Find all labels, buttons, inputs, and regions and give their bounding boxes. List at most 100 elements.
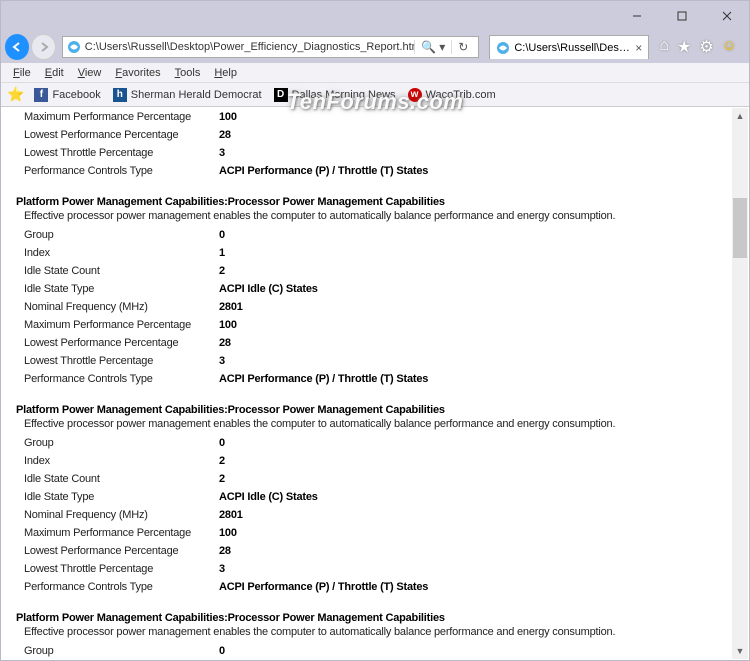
menu-edit[interactable]: Edit bbox=[39, 66, 70, 80]
row-value: ACPI Performance (P) / Throttle (T) Stat… bbox=[219, 581, 428, 593]
scroll-thumb[interactable] bbox=[733, 198, 747, 258]
close-button[interactable] bbox=[704, 1, 749, 31]
favorite-link[interactable]: fFacebook bbox=[34, 88, 100, 102]
menu-view[interactable]: View bbox=[72, 66, 108, 80]
data-row: Maximum Performance Percentage100 bbox=[2, 108, 732, 126]
home-icon[interactable]: ⌂ bbox=[659, 37, 669, 57]
data-row: Group0 bbox=[2, 642, 732, 659]
data-row: Lowest Throttle Percentage3 bbox=[2, 144, 732, 162]
row-label: Performance Controls Type bbox=[24, 165, 219, 177]
data-row: Idle State TypeACPI Idle (C) States bbox=[2, 488, 732, 506]
row-label: Maximum Performance Percentage bbox=[24, 111, 219, 123]
favorite-label: Facebook bbox=[52, 89, 100, 101]
back-button[interactable] bbox=[5, 34, 29, 60]
menu-tools[interactable]: Tools bbox=[169, 66, 207, 80]
favorite-link[interactable]: hSherman Herald Democrat bbox=[113, 88, 262, 102]
row-label: Nominal Frequency (MHz) bbox=[24, 509, 219, 521]
row-value: 0 bbox=[219, 645, 225, 657]
data-row: Nominal Frequency (MHz)2801 bbox=[2, 298, 732, 316]
row-label: Lowest Throttle Percentage bbox=[24, 355, 219, 367]
tab-label: C:\Users\Russell\Desktop\P... bbox=[514, 42, 631, 54]
row-value: 2801 bbox=[219, 301, 243, 313]
report-section: Platform Power Management Capabilities:P… bbox=[2, 194, 732, 388]
menu-file[interactable]: File bbox=[7, 66, 37, 80]
row-label: Group bbox=[24, 645, 219, 657]
row-value: 28 bbox=[219, 129, 231, 141]
favorites-bar: ⭐ fFacebook hSherman Herald Democrat DDall… bbox=[1, 83, 749, 107]
data-row: Maximum Performance Percentage100 bbox=[2, 316, 732, 334]
section-description: Effective processor power management ena… bbox=[2, 418, 732, 434]
row-label: Index bbox=[24, 247, 219, 259]
refresh-icon[interactable]: ↻ bbox=[451, 40, 474, 54]
data-row: Lowest Performance Percentage28 bbox=[2, 334, 732, 352]
row-label: Group bbox=[24, 437, 219, 449]
data-row: Lowest Performance Percentage28 bbox=[2, 126, 732, 144]
row-value: 2 bbox=[219, 265, 225, 277]
tab-close-icon[interactable]: × bbox=[635, 41, 642, 55]
forward-button[interactable] bbox=[31, 34, 55, 60]
active-tab[interactable]: C:\Users\Russell\Desktop\P... × bbox=[489, 35, 649, 59]
row-value: 100 bbox=[219, 111, 237, 123]
row-label: Lowest Throttle Percentage bbox=[24, 563, 219, 575]
report-section: Platform Power Management Capabilities:P… bbox=[2, 610, 732, 659]
report-section: Maximum Performance Percentage100Lowest … bbox=[2, 108, 732, 180]
row-value: 3 bbox=[219, 563, 225, 575]
row-label: Lowest Throttle Percentage bbox=[24, 147, 219, 159]
data-row: Idle State Count2 bbox=[2, 470, 732, 488]
data-row: Maximum Performance Percentage100 bbox=[2, 524, 732, 542]
row-value: ACPI Idle (C) States bbox=[219, 283, 318, 295]
data-row: Group0 bbox=[2, 434, 732, 452]
address-bar[interactable]: C:\Users\Russell\Desktop\Power_Efficienc… bbox=[62, 36, 480, 58]
emoji-icon[interactable]: ☺ bbox=[722, 37, 737, 57]
section-description: Effective processor power management ena… bbox=[2, 626, 732, 642]
row-value: 28 bbox=[219, 545, 231, 557]
row-label: Maximum Performance Percentage bbox=[24, 527, 219, 539]
menu-help[interactable]: Help bbox=[208, 66, 243, 80]
ie-page-icon bbox=[67, 40, 81, 54]
row-label: Nominal Frequency (MHz) bbox=[24, 301, 219, 313]
section-title: Platform Power Management Capabilities:P… bbox=[2, 194, 732, 210]
search-icon[interactable]: 🔍 ▾ bbox=[414, 40, 451, 54]
row-value: 28 bbox=[219, 337, 231, 349]
scroll-up-arrow[interactable]: ▲ bbox=[732, 108, 748, 124]
row-value: 1 bbox=[219, 247, 225, 259]
row-label: Maximum Performance Percentage bbox=[24, 319, 219, 331]
toolbar-icons: ⌂ ★ ⚙ ☺ bbox=[651, 37, 745, 57]
row-label: Group bbox=[24, 229, 219, 241]
data-row: Performance Controls TypeACPI Performanc… bbox=[2, 162, 732, 180]
window-controls bbox=[614, 1, 749, 31]
section-description: Effective processor power management ena… bbox=[2, 210, 732, 226]
url-text: C:\Users\Russell\Desktop\Power_Efficienc… bbox=[85, 41, 414, 53]
add-favorite-icon[interactable]: ⭐ bbox=[7, 86, 24, 103]
settings-icon[interactable]: ⚙ bbox=[699, 37, 713, 57]
ie-tab-icon bbox=[496, 41, 510, 55]
row-label: Index bbox=[24, 455, 219, 467]
data-row: Lowest Performance Percentage28 bbox=[2, 542, 732, 560]
tab-strip: C:\Users\Russell\Desktop\P... × bbox=[489, 35, 649, 59]
maximize-button[interactable] bbox=[659, 1, 704, 31]
favorites-icon[interactable]: ★ bbox=[677, 37, 691, 57]
data-row: Performance Controls TypeACPI Performanc… bbox=[2, 578, 732, 596]
row-value: 0 bbox=[219, 437, 225, 449]
row-value: ACPI Performance (P) / Throttle (T) Stat… bbox=[219, 165, 428, 177]
data-row: Nominal Frequency (MHz)2801 bbox=[2, 506, 732, 524]
page-content: Maximum Performance Percentage100Lowest … bbox=[2, 108, 732, 659]
title-bar bbox=[1, 1, 749, 31]
row-label: Performance Controls Type bbox=[24, 373, 219, 385]
row-value: 3 bbox=[219, 147, 225, 159]
row-value: ACPI Performance (P) / Throttle (T) Stat… bbox=[219, 373, 428, 385]
row-label: Performance Controls Type bbox=[24, 581, 219, 593]
row-label: Idle State Count bbox=[24, 265, 219, 277]
row-value: 2801 bbox=[219, 509, 243, 521]
minimize-button[interactable] bbox=[614, 1, 659, 31]
row-label: Idle State Type bbox=[24, 491, 219, 503]
data-row: Index2 bbox=[2, 452, 732, 470]
favorite-link[interactable]: DDallas Morning News bbox=[274, 88, 396, 102]
section-title: Platform Power Management Capabilities:P… bbox=[2, 610, 732, 626]
scroll-down-arrow[interactable]: ▼ bbox=[732, 643, 748, 659]
row-value: ACPI Idle (C) States bbox=[219, 491, 318, 503]
menu-favorites[interactable]: Favorites bbox=[109, 66, 166, 80]
vertical-scrollbar[interactable]: ▲ ▼ bbox=[732, 108, 748, 659]
row-value: 100 bbox=[219, 527, 237, 539]
favorite-link[interactable]: wWacoTrib.com bbox=[408, 88, 496, 102]
